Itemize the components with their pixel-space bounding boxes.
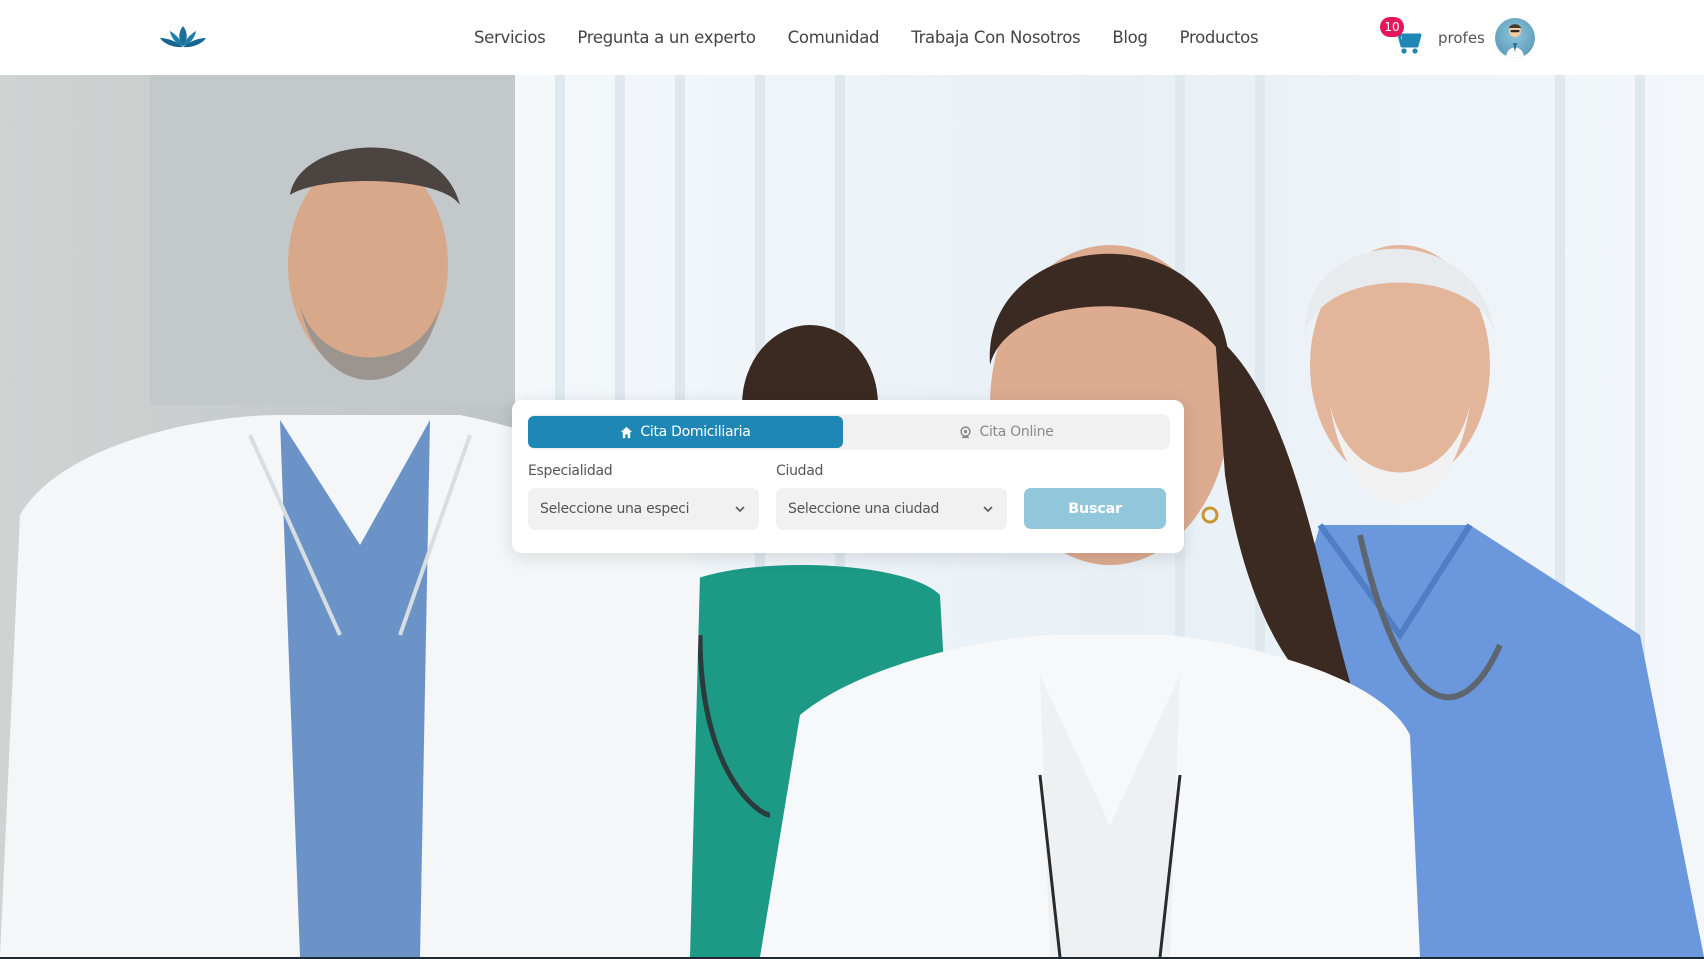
webcam-icon xyxy=(960,425,972,438)
buscar-button[interactable]: Buscar xyxy=(1024,488,1166,529)
lotus-logo-icon[interactable] xyxy=(158,22,208,52)
especialidad-label: Especialidad xyxy=(528,463,613,479)
especialidad-select[interactable]: Seleccione una especi xyxy=(528,488,759,530)
appointment-search-card: Cita Domiciliaria Cita Online Especialid… xyxy=(512,400,1184,553)
ciudad-label: Ciudad xyxy=(776,463,824,479)
appointment-type-tabs: Cita Domiciliaria Cita Online xyxy=(528,414,1170,450)
main-nav: Servicios Pregunta a un experto Comunida… xyxy=(474,0,1290,75)
especialidad-select-value: Seleccione una especi xyxy=(540,501,690,517)
chevron-down-icon xyxy=(735,506,745,513)
nav-blog[interactable]: Blog xyxy=(1112,28,1148,47)
tab-cita-online-label: Cita Online xyxy=(979,424,1054,440)
nav-servicios[interactable]: Servicios xyxy=(474,28,546,47)
nav-pregunta-a-un-experto[interactable]: Pregunta a un experto xyxy=(577,28,756,47)
ciudad-select[interactable]: Seleccione una ciudad xyxy=(776,488,1007,530)
tab-cita-online[interactable]: Cita Online xyxy=(843,414,1170,450)
tab-cita-domiciliaria-label: Cita Domiciliaria xyxy=(640,424,751,440)
nav-comunidad[interactable]: Comunidad xyxy=(788,28,880,47)
doctor-avatar-icon xyxy=(1506,24,1524,58)
username-label[interactable]: profes xyxy=(1438,29,1485,47)
home-icon xyxy=(621,426,633,438)
nav-trabaja-con-nosotros[interactable]: Trabaja Con Nosotros xyxy=(911,28,1080,47)
ciudad-select-value: Seleccione una ciudad xyxy=(788,501,940,517)
nav-productos[interactable]: Productos xyxy=(1180,28,1259,47)
chevron-down-icon xyxy=(983,506,993,513)
tab-cita-domiciliaria[interactable]: Cita Domiciliaria xyxy=(528,416,843,448)
user-avatar[interactable] xyxy=(1495,18,1535,58)
top-navbar: Servicios Pregunta a un experto Comunida… xyxy=(0,0,1704,75)
cart-count-badge: 10 xyxy=(1380,17,1404,37)
